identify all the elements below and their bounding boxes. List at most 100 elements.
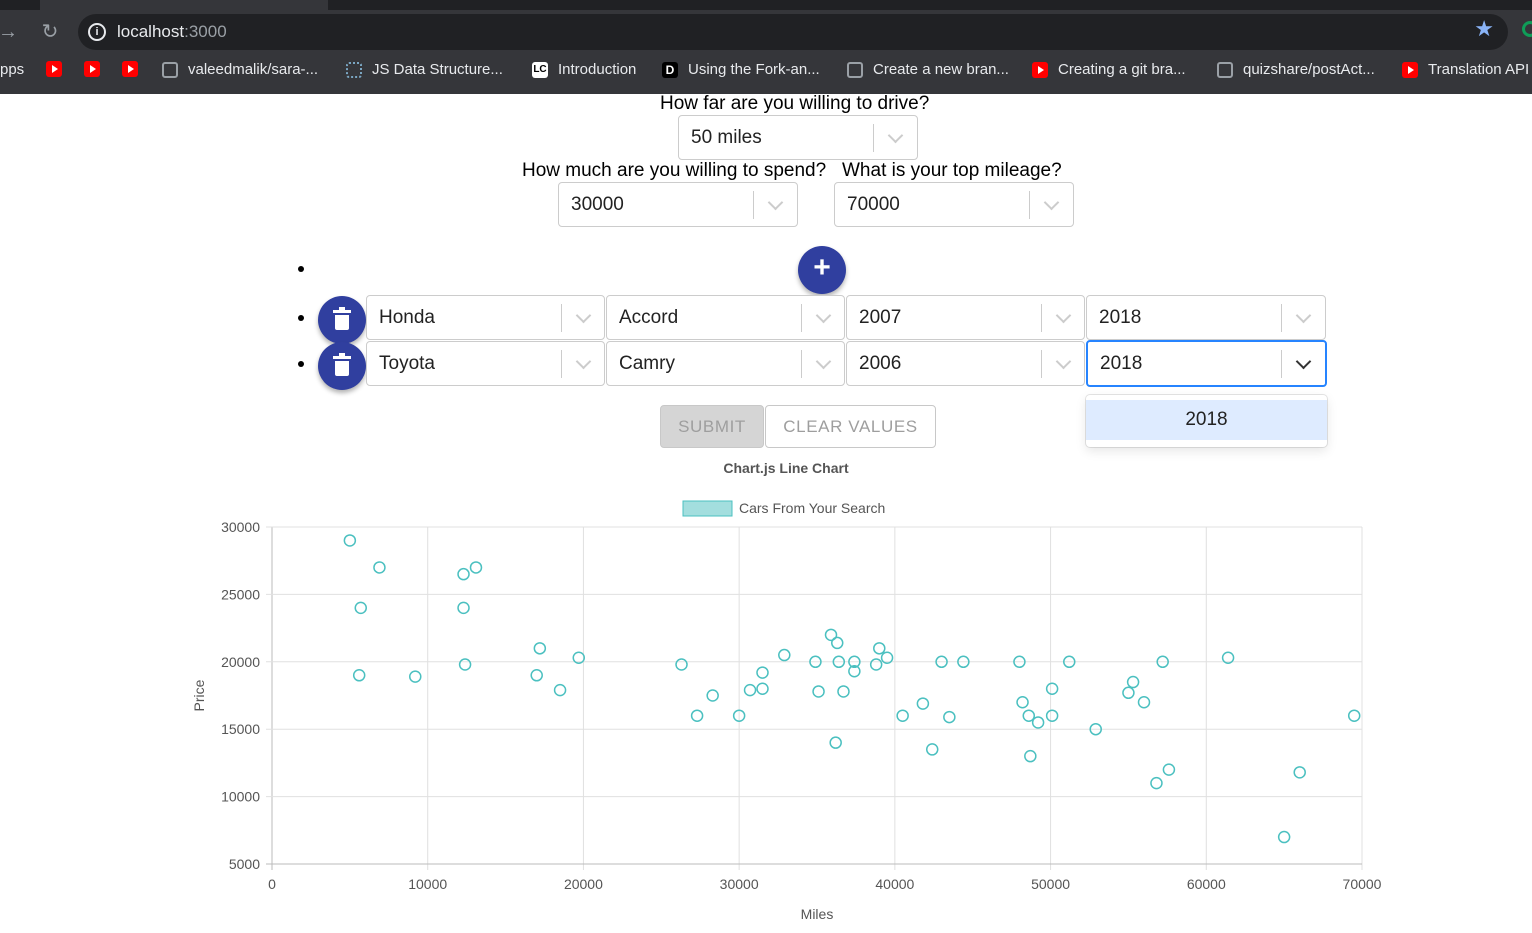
bookmark-star-icon[interactable]: ★ (1474, 16, 1494, 42)
bookmark-label: Translation API (1428, 61, 1530, 78)
list-bullet (298, 315, 304, 321)
spend-value: 30000 (571, 194, 624, 215)
data-point (352, 669, 366, 682)
bookmark-fork[interactable]: D Using the Fork-an... (662, 61, 820, 78)
select-separator (1041, 304, 1042, 332)
select-separator (753, 191, 754, 219)
youtube-icon (46, 61, 62, 77)
bookmark-youtube-1[interactable] (46, 61, 72, 77)
chevron-down-icon[interactable] (1294, 354, 1314, 374)
bookmark-apps[interactable]: pps (0, 61, 24, 78)
submit-button[interactable]: SUBMIT (660, 405, 764, 448)
bookmark-youtube-2[interactable] (84, 61, 110, 77)
y-tick-label: 5000 (229, 856, 260, 872)
data-point (1045, 682, 1059, 696)
url-port: :3000 (184, 22, 227, 41)
model-select[interactable]: Accord (606, 295, 845, 340)
chevron-down-icon[interactable] (814, 308, 834, 328)
github-icon (847, 61, 863, 78)
data-point (1137, 695, 1151, 709)
data-point (409, 670, 422, 683)
select-separator (801, 304, 802, 332)
data-point (1031, 716, 1045, 729)
active-tab[interactable] (40, 0, 328, 10)
data-point (706, 689, 719, 702)
chevron-down-icon[interactable] (574, 308, 594, 328)
year-from-select[interactable]: 2006 (846, 341, 1085, 386)
chart-canvas: Chart.js Line Chart Cars From Your Search… (191, 460, 1382, 922)
year-to-value[interactable]: 2018 (1100, 353, 1142, 375)
chevron-down-icon[interactable] (1042, 195, 1062, 215)
data-point (896, 709, 909, 722)
data-point (756, 682, 769, 696)
extension-icon[interactable] (1522, 21, 1532, 37)
y-tick-label: 15000 (221, 721, 260, 737)
year-from-select[interactable]: 2007 (846, 295, 1085, 340)
mileage-question: What is your top mileage? (842, 160, 1062, 181)
delete-row-button[interactable] (318, 342, 366, 390)
chevron-down-icon[interactable] (886, 128, 906, 148)
bookmark-youtube-3[interactable] (122, 61, 148, 77)
y-tick-label: 20000 (221, 654, 260, 670)
delete-row-button[interactable] (318, 296, 366, 344)
spend-select[interactable]: 30000 (558, 182, 798, 227)
url-text[interactable]: localhost:3000 (117, 22, 227, 42)
mileage-select[interactable]: 70000 (834, 182, 1074, 227)
year-to-select-focused[interactable]: 2018 (1086, 340, 1327, 387)
dropdown-option[interactable]: 2018 (1086, 400, 1327, 440)
add-car-button[interactable]: + (798, 246, 846, 294)
github-icon (1217, 61, 1233, 78)
chevron-down-icon[interactable] (814, 354, 834, 374)
y-axis-label: Price (191, 679, 207, 711)
y-tick-label: 10000 (221, 789, 260, 805)
data-point (457, 567, 470, 581)
select-separator (561, 350, 562, 378)
bookmark-label: valeedmalik/sara-... (188, 61, 319, 78)
bookmark-quizshare[interactable]: quizshare/postAct... (1217, 61, 1375, 78)
clear-values-button[interactable]: CLEAR VALUES (765, 405, 936, 448)
site-info-icon[interactable]: i (88, 23, 106, 41)
legend-label: Cars From Your Search (739, 500, 885, 516)
trash-icon (333, 353, 351, 376)
make-select[interactable]: Honda (366, 295, 605, 340)
address-bar[interactable]: i localhost:3000 (78, 14, 1508, 50)
make-value: Honda (379, 307, 435, 328)
x-tick-label: 10000 (408, 876, 447, 892)
year-from-value: 2006 (859, 353, 902, 374)
bookmark-creating-git-branch[interactable]: Creating a git bra... (1032, 61, 1186, 78)
data-point (756, 666, 769, 679)
chevron-down-icon[interactable] (574, 354, 594, 374)
bookmark-introduction[interactable]: LC Introduction (532, 61, 636, 78)
bookmark-label: pps (0, 61, 25, 78)
select-separator (1281, 350, 1282, 378)
make-select[interactable]: Toyota (366, 341, 605, 386)
youtube-icon (122, 61, 138, 77)
price-miles-chart: Chart.js Line Chart Cars From Your Search… (180, 455, 1400, 930)
leetcode-icon: LC (532, 61, 548, 78)
bookmark-js-data-structures[interactable]: JS Data Structure... (346, 61, 503, 78)
bookmark-valeedmalik[interactable]: valeedmalik/sara-... (162, 61, 318, 78)
select-separator (1281, 304, 1282, 332)
data-point (1016, 695, 1029, 709)
list-bullet (298, 361, 304, 367)
distance-select[interactable]: 50 miles (678, 115, 918, 160)
bookmark-translation-api[interactable]: Translation API (1402, 61, 1529, 78)
data-point (829, 736, 842, 749)
year-dropdown-menu: 2018 (1086, 395, 1327, 447)
dotted-circle-icon (346, 61, 362, 78)
chevron-down-icon[interactable] (1054, 308, 1074, 328)
model-select[interactable]: Camry (606, 341, 845, 386)
bookmark-label: Introduction (558, 61, 637, 78)
chevron-down-icon[interactable] (1294, 308, 1314, 328)
chevron-down-icon[interactable] (766, 195, 786, 215)
bookmark-label: JS Data Structure... (372, 61, 503, 78)
bookmark-create-branch[interactable]: Create a new bran... (847, 61, 1009, 78)
forward-icon[interactable]: → (0, 20, 20, 44)
bookmark-label: Creating a git bra... (1058, 61, 1186, 78)
y-tick-label: 30000 (221, 519, 260, 535)
reload-icon[interactable]: ↻ (38, 20, 62, 44)
year-to-select[interactable]: 2018 (1086, 295, 1326, 340)
data-point (1045, 709, 1059, 722)
chevron-down-icon[interactable] (1054, 354, 1074, 374)
distance-question: How far are you willing to drive? (660, 93, 930, 114)
